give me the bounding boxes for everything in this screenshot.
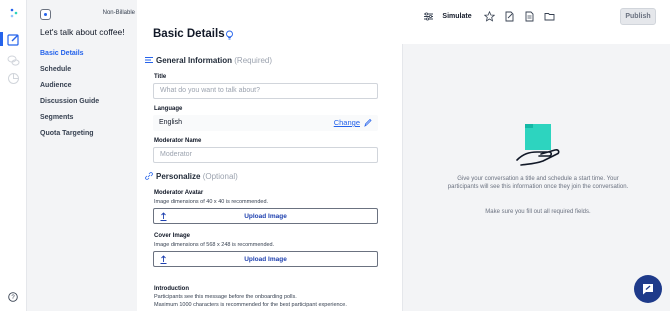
personalize-title: Personalize xyxy=(156,172,201,181)
project-icon xyxy=(40,9,51,20)
sidebar-item-schedule[interactable]: Schedule xyxy=(40,65,99,81)
folder-icon[interactable] xyxy=(544,11,555,22)
page-title: Basic Details xyxy=(153,28,225,40)
chat-bubbles-icon[interactable] xyxy=(7,54,20,67)
logo-icon xyxy=(10,8,18,18)
language-value: English xyxy=(159,119,182,126)
sliders-icon[interactable] xyxy=(423,11,434,22)
avatar-upload-label: Upload Image xyxy=(244,213,287,220)
link-icon xyxy=(145,172,153,180)
sidebar-item-basic-details[interactable]: Basic Details xyxy=(40,49,99,65)
sidebar-item-audience[interactable]: Audience xyxy=(40,81,99,97)
sidebar-item-segments[interactable]: Segments xyxy=(40,113,99,129)
sidebar-nav: Basic Details Schedule Audience Discussi… xyxy=(40,49,99,145)
preview-pane: Give your conversation a title and sched… xyxy=(402,44,670,311)
intro-hint-1: Participants see this message before the… xyxy=(154,294,297,300)
conversation-title: Let's talk about coffee! xyxy=(40,27,125,37)
analytics-icon[interactable] xyxy=(7,72,20,85)
cover-upload-button[interactable]: Upload Image xyxy=(153,251,378,267)
change-language-link[interactable]: Change xyxy=(334,115,360,131)
general-info-title: General Information xyxy=(156,56,233,65)
avatar-hint: Image dimensions of 40 x 40 is recommend… xyxy=(154,199,269,205)
lightbulb-icon[interactable] xyxy=(225,30,234,41)
title-label: Title xyxy=(154,74,167,80)
hand-illustration-icon xyxy=(516,124,560,166)
pencil-icon[interactable] xyxy=(364,118,372,127)
active-indicator xyxy=(0,32,3,46)
star-icon[interactable] xyxy=(484,11,495,22)
sidebar-item-discussion-guide[interactable]: Discussion Guide xyxy=(40,97,99,113)
publish-button[interactable]: Publish xyxy=(620,8,656,25)
document-edit-icon[interactable] xyxy=(504,11,515,22)
cover-hint: Image dimensions of 568 x 248 is recomme… xyxy=(154,242,275,248)
preview-description: Give your conversation a title and sched… xyxy=(447,176,629,190)
sidebar: Non-Billable Let's talk about coffee! Ba… xyxy=(27,0,137,311)
svg-text:?: ? xyxy=(11,295,15,301)
personalize-heading: Personalize (Optional) xyxy=(145,172,238,181)
sidebar-header: Non-Billable xyxy=(40,9,135,21)
required-tag: (Required) xyxy=(234,56,273,65)
list-icon xyxy=(145,57,153,63)
basic-details-form: General Information (Required) Title Wha… xyxy=(137,44,399,311)
intro-label: Introduction xyxy=(154,286,189,292)
app: ? Non-Billable Let's talk about coffee! … xyxy=(0,0,670,311)
language-label: Language xyxy=(154,106,183,112)
moderator-label: Moderator Name xyxy=(154,138,202,144)
simulate-button[interactable]: Simulate xyxy=(437,9,477,25)
help-icon[interactable]: ? xyxy=(8,292,18,302)
intro-hint-2: Maximum 1000 characters is recommended f… xyxy=(154,302,347,308)
sidebar-item-quota-targeting[interactable]: Quota Targeting xyxy=(40,129,99,145)
avatar-upload-button[interactable]: Upload Image xyxy=(153,208,378,224)
general-info-heading: General Information (Required) xyxy=(145,56,272,65)
chat-widget-button[interactable] xyxy=(634,275,662,303)
cover-label: Cover Image xyxy=(154,233,191,239)
moderator-input[interactable]: Moderator xyxy=(153,147,378,163)
main-panel: Simulate Publish Basic Details General I… xyxy=(137,0,670,311)
title-input[interactable]: What do you want to talk about? xyxy=(153,83,378,99)
left-rail: ? xyxy=(0,0,27,311)
report-icon[interactable] xyxy=(524,11,535,22)
language-field: English Change xyxy=(153,115,378,131)
edit-icon[interactable] xyxy=(7,33,20,46)
billing-status: Non-Billable xyxy=(102,10,135,16)
preview-requirement: Make sure you fill out all required fiel… xyxy=(485,209,591,215)
cover-upload-label: Upload Image xyxy=(244,256,287,263)
optional-tag: (Optional) xyxy=(202,172,238,181)
avatar-label: Moderator Avatar xyxy=(154,190,204,196)
chat-icon xyxy=(643,284,653,295)
